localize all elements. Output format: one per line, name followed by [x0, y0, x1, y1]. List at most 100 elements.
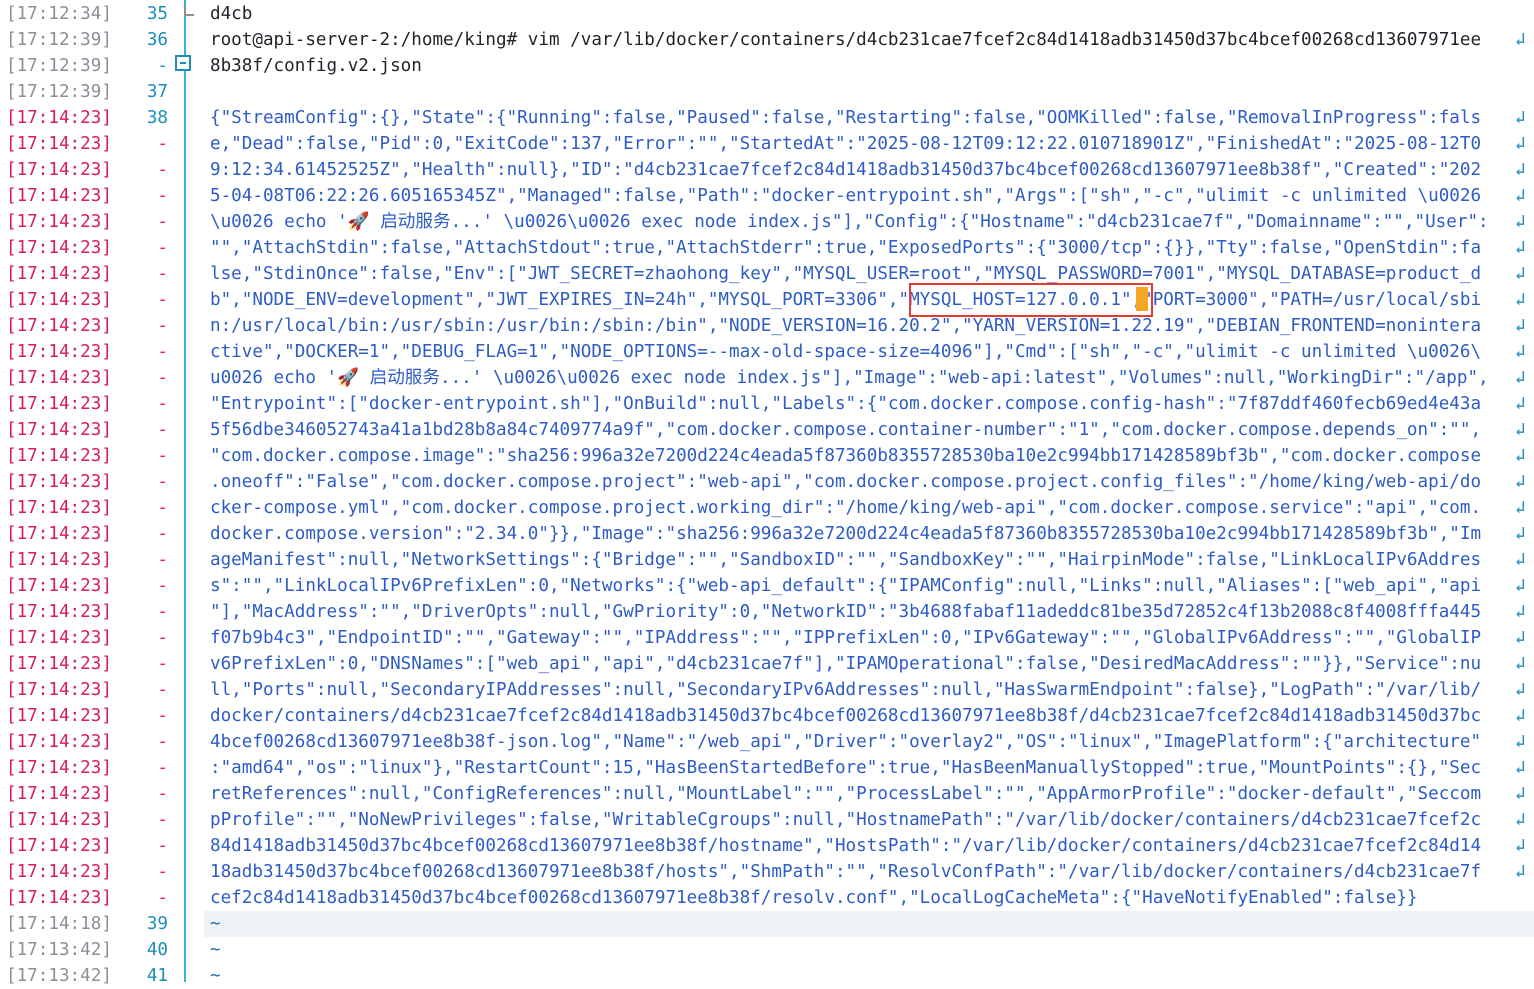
line-content[interactable]: s":"","LinkLocalIPv6PrefixLen":0,"Networ… — [210, 573, 1481, 599]
line-number: 40 — [146, 940, 168, 960]
line-content[interactable]: 84d1418adb31450d37bc4bcef00268cd13607971… — [210, 833, 1481, 859]
line-number: - — [157, 238, 168, 258]
line-number: - — [157, 134, 168, 154]
line-timestamp: [17:14:23] — [6, 446, 112, 466]
line-content[interactable]: "Entrypoint":["docker-entrypoint.sh"],"O… — [210, 391, 1481, 417]
wrap-arrow-icon: ↲ — [1515, 108, 1526, 128]
line-content[interactable]: b","NODE_ENV=development","JWT_EXPIRES_I… — [210, 287, 1481, 313]
wrap-arrow-icon: ↲ — [1515, 498, 1526, 518]
wrap-arrow-icon: ↲ — [1515, 680, 1526, 700]
line-timestamp: [17:14:23] — [6, 108, 112, 128]
line-content[interactable]: 4bcef00268cd13607971ee8b38f-json.log","N… — [210, 729, 1481, 755]
line-number: - — [157, 316, 168, 336]
line-content[interactable]: 5f56dbe346052743a41a1bd28b8a84c7409774a9… — [210, 417, 1481, 443]
wrap-arrow-icon: ↲ — [1515, 550, 1526, 570]
line-content[interactable]: root@api-server-2:/home/king# vim /var/l… — [210, 27, 1481, 53]
wrap-arrow-icon: ↲ — [1515, 862, 1526, 882]
line-content[interactable]: {"StreamConfig":{},"State":{"Running":fa… — [210, 105, 1481, 131]
line-content[interactable]: "],"MacAddress":"","DriverOpts":null,"Gw… — [210, 599, 1481, 625]
line-content[interactable]: ageManifest":null,"NetworkSettings":{"Br… — [210, 547, 1481, 573]
terminal-line: [17:14:23] - docker.compose.version":"2.34… — [0, 521, 1534, 547]
line-content[interactable]: 18adb31450d37bc4bcef00268cd13607971ee8b3… — [210, 859, 1481, 885]
line-content[interactable]: e,"Dead":false,"Pid":0,"ExitCode":137,"E… — [210, 131, 1481, 157]
line-number: - — [157, 654, 168, 674]
terminal-line: [17:14:23] - u0026 echo '🚀 启动服务...' \u0026… — [0, 365, 1534, 391]
line-timestamp: [17:14:23] — [6, 368, 112, 388]
line-content[interactable]: ~ — [210, 937, 221, 963]
line-content[interactable]: ~ — [210, 911, 221, 937]
terminal-line: [17:14:23] - 5f56dbe346052743a41a1bd28b8a8… — [0, 417, 1534, 443]
line-content[interactable]: u0026 echo '🚀 启动服务...' \u0026\u0026 exec… — [210, 365, 1489, 391]
line-timestamp: [17:14:23] — [6, 576, 112, 596]
terminal-line: [17:14:23] - "com.docker.compose.image":"s… — [0, 443, 1534, 469]
line-content[interactable]: ctive","DOCKER=1","DEBUG_FLAG=1","NODE_O… — [210, 339, 1481, 365]
line-number: - — [157, 862, 168, 882]
line-timestamp: [17:14:23] — [6, 524, 112, 544]
line-timestamp: [17:14:18] — [6, 914, 112, 934]
line-content[interactable]: "","AttachStdin":false,"AttachStdout":tr… — [210, 235, 1481, 261]
line-number: - — [157, 212, 168, 232]
line-number: - — [157, 524, 168, 544]
terminal-line: [17:14:23] 38 {"StreamConfig":{},"State":{… — [0, 105, 1534, 131]
line-content[interactable]: :"amd64","os":"linux"},"RestartCount":15… — [210, 755, 1481, 781]
line-number: 38 — [146, 108, 168, 128]
line-number: 35 — [146, 4, 168, 24]
line-content[interactable]: f07b9b4c3","EndpointID":"","Gateway":"",… — [210, 625, 1481, 651]
terminal-line: [17:14:23] - ll,"Ports":null,"SecondaryIPA… — [0, 677, 1534, 703]
line-number: - — [157, 160, 168, 180]
line-content[interactable]: .oneoff":"False","com.docker.compose.pro… — [210, 469, 1481, 495]
line-timestamp: [17:14:23] — [6, 238, 112, 258]
line-number: - — [157, 602, 168, 622]
terminal-line: [17:13:42] 40 ~ — [0, 937, 1534, 963]
terminal-line: [17:14:23] - s":"","LinkLocalIPv6PrefixLen… — [0, 573, 1534, 599]
line-content[interactable]: cef2c84d1418adb31450d37bc4bcef00268cd136… — [210, 885, 1418, 911]
line-content[interactable]: docker/containers/d4cb231cae7fcef2c84d14… — [210, 703, 1481, 729]
line-number: - — [157, 732, 168, 752]
line-content[interactable]: "com.docker.compose.image":"sha256:996a3… — [210, 443, 1481, 469]
wrap-arrow-icon: ↲ — [1515, 602, 1526, 622]
line-timestamp: [17:14:23] — [6, 810, 112, 830]
wrap-arrow-icon: ↲ — [1515, 342, 1526, 362]
line-number: - — [157, 498, 168, 518]
line-content[interactable]: docker.compose.version":"2.34.0"}},"Imag… — [210, 521, 1481, 547]
terminal-line: [17:14:23] - e,"Dead":false,"Pid":0,"ExitC… — [0, 131, 1534, 157]
terminal-line: [17:14:23] - lse,"StdinOnce":false,"Env":[… — [0, 261, 1534, 287]
wrap-arrow-icon: ↲ — [1515, 212, 1526, 232]
terminal-line: [17:14:23] - "","AttachStdin":false,"Attac… — [0, 235, 1534, 261]
terminal-line: [17:13:42] 41 ~ — [0, 963, 1534, 989]
line-content[interactable]: v6PrefixLen":0,"DNSNames":["web_api","ap… — [210, 651, 1481, 677]
wrap-arrow-icon: ↲ — [1515, 316, 1526, 336]
line-content[interactable]: ~ — [210, 963, 221, 989]
line-timestamp: [17:14:23] — [6, 680, 112, 700]
line-content[interactable]: 9:12:34.61452525Z","Health":null},"ID":"… — [210, 157, 1481, 183]
terminal-line: [17:12:39] 36 root@api-server-2:/home/king… — [0, 27, 1534, 53]
wrap-arrow-icon: ↲ — [1515, 836, 1526, 856]
line-timestamp: [17:14:23] — [6, 134, 112, 154]
line-content[interactable]: pProfile":"","NoNewPrivileges":false,"Wr… — [210, 807, 1481, 833]
line-content[interactable]: d4cb — [210, 1, 252, 27]
terminal-line: [17:14:23] - b","NODE_ENV=development","JW… — [0, 287, 1534, 313]
line-number: - — [157, 420, 168, 440]
line-timestamp: [17:14:23] — [6, 836, 112, 856]
line-timestamp: [17:14:23] — [6, 472, 112, 492]
line-content[interactable]: cker-compose.yml","com.docker.compose.pr… — [210, 495, 1481, 521]
line-number: - — [157, 888, 168, 908]
line-number: - — [157, 446, 168, 466]
wrap-arrow-icon: ↲ — [1515, 758, 1526, 778]
line-number: - — [157, 810, 168, 830]
line-content[interactable]: ll,"Ports":null,"SecondaryIPAddresses":n… — [210, 677, 1481, 703]
line-number: - — [157, 758, 168, 778]
line-content[interactable]: n:/usr/local/bin:/usr/sbin:/usr/bin:/sbi… — [210, 313, 1481, 339]
line-timestamp: [17:14:23] — [6, 758, 112, 778]
line-timestamp: [17:14:23] — [6, 706, 112, 726]
line-content[interactable]: 5-04-08T06:22:26.605165345Z","Managed":f… — [210, 183, 1481, 209]
terminal-line: [17:14:23] - :"amd64","os":"linux"},"Resta… — [0, 755, 1534, 781]
wrap-arrow-icon: ↲ — [1515, 576, 1526, 596]
line-content[interactable]: \u0026 echo '🚀 启动服务...' \u0026\u0026 exe… — [210, 209, 1489, 235]
terminal-line: [17:14:23] - n:/usr/local/bin:/usr/sbin:/u… — [0, 313, 1534, 339]
line-content[interactable]: retReferences":null,"ConfigReferences":n… — [210, 781, 1481, 807]
line-content[interactable]: lse,"StdinOnce":false,"Env":["JWT_SECRET… — [210, 261, 1481, 287]
line-content[interactable]: 8b38f/config.v2.json — [210, 53, 422, 79]
terminal-line: [17:12:39] 37 — [0, 79, 1534, 105]
terminal-line: [17:14:23] - f07b9b4c3","EndpointID":"","G… — [0, 625, 1534, 651]
